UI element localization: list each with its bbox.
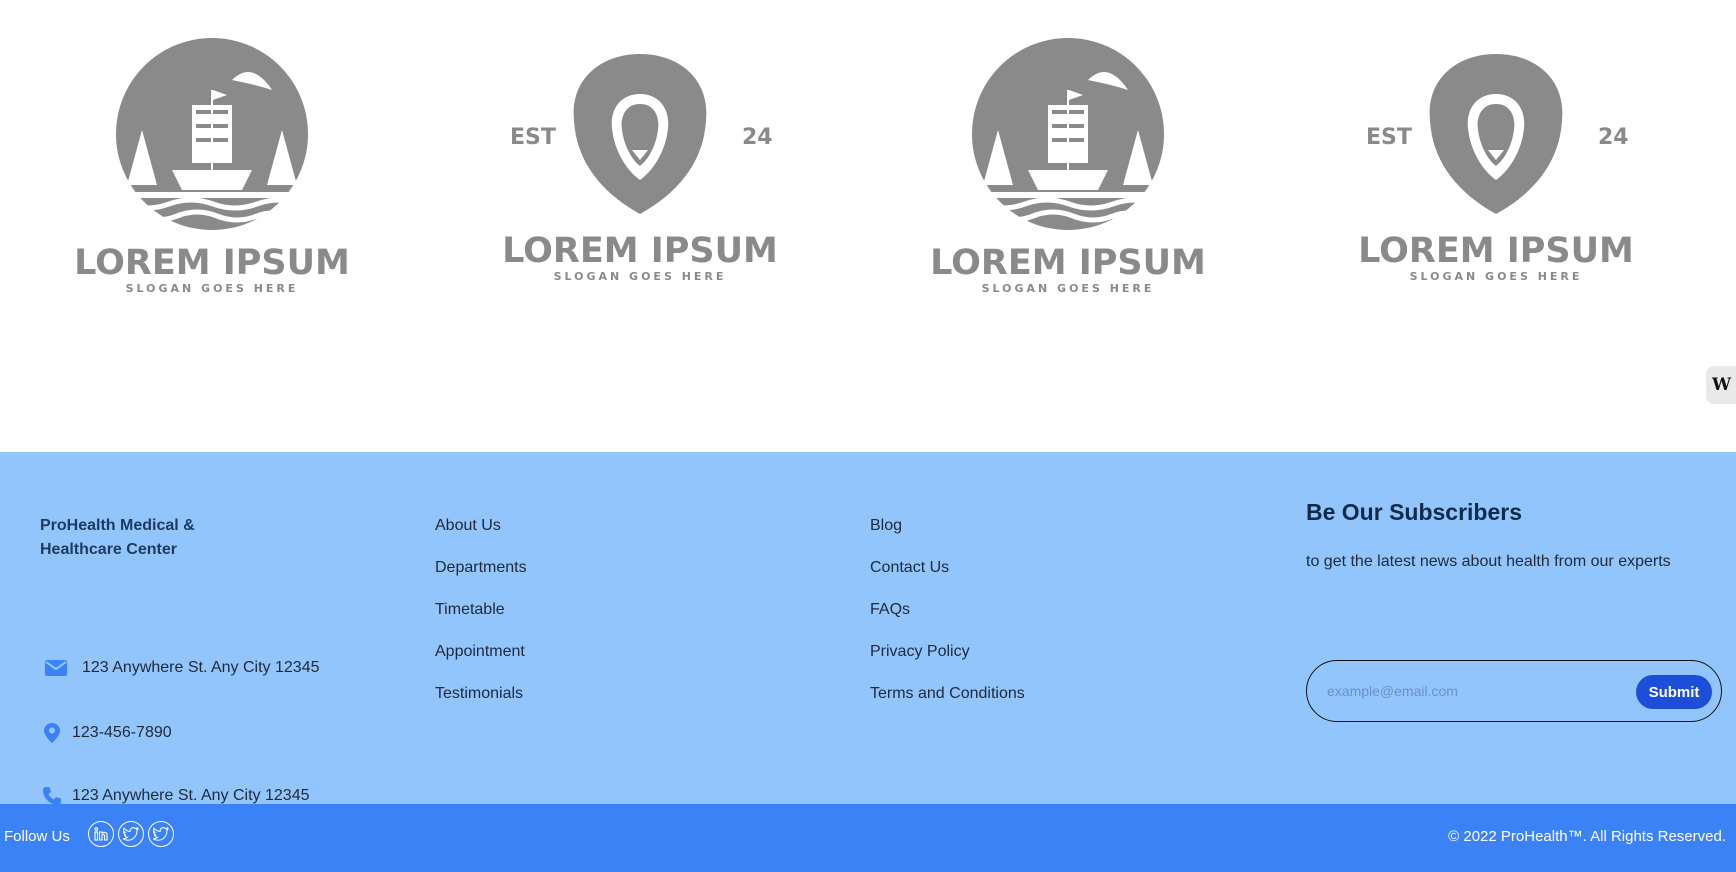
logo-name: LOREM IPSUM [74,243,350,283]
subscribe-email-input[interactable] [1327,679,1627,703]
subscribe-submit-button[interactable]: Submit [1636,675,1712,709]
footer-link-blog[interactable]: Blog [870,514,1025,556]
footer-link-faqs[interactable]: FAQs [870,598,1025,640]
logo-name: LOREM IPSUM [502,231,778,271]
logo-est: EST [510,125,556,150]
footer-links-column-2: Blog Contact Us FAQs Privacy Policy Term… [870,514,1025,724]
logo-est: EST [1366,125,1412,150]
partner-logos-strip: LOREM IPSUM SLOGAN GOES HERE EST 24 LORE… [0,0,1736,452]
subscribe-description: to get the latest news about health from… [1306,553,1671,570]
contact-email-text: 123 Anywhere St. Any City 12345 [82,659,320,676]
contact-email: 123 Anywhere St. Any City 12345 [40,656,319,680]
footer-link-about-us[interactable]: About Us [435,514,527,556]
contact-phone-text: 123-456-7890 [72,724,172,741]
footer-link-terms[interactable]: Terms and Conditions [870,682,1025,724]
ship-icon: LOREM IPSUM SLOGAN GOES HERE [930,38,1206,295]
lion-icon: EST 24 LOREM IPSUM SLOGAN GOES HERE [502,54,778,283]
footer-link-testimonials[interactable]: Testimonials [435,682,527,724]
map-pin-icon [40,721,64,745]
footer-link-contact-us[interactable]: Contact Us [870,556,1025,598]
mail-icon [44,656,68,680]
side-widget-tab[interactable]: W [1706,366,1736,404]
ship-icon: LOREM IPSUM SLOGAN GOES HERE [74,38,350,295]
brand-name: ProHealth Medical & Healthcare Center [40,517,195,558]
copyright-text: © 2022 ProHealth™. All Rights Reserved. [1448,828,1726,845]
contact-address-text: 123 Anywhere St. Any City 12345 [72,787,310,804]
linkedin-icon[interactable] [88,821,114,847]
footer-link-appointment[interactable]: Appointment [435,640,527,682]
social-links [88,821,174,847]
logo-year: 24 [742,125,773,150]
side-widget-label: W [1712,375,1732,395]
logo-year: 24 [1598,125,1629,150]
twitter-icon[interactable] [118,821,144,847]
footer-link-privacy-policy[interactable]: Privacy Policy [870,640,1025,682]
subscribe-title: Be Our Subscribers [1306,499,1523,525]
partner-logo-lion: EST 24 LOREM IPSUM SLOGAN GOES HERE [460,20,820,310]
logo-slogan: SLOGAN GOES HERE [554,270,727,283]
footer-link-departments[interactable]: Departments [435,556,527,598]
partner-logo-ship: LOREM IPSUM SLOGAN GOES HERE [888,20,1248,310]
site-footer: ProHealth Medical & Healthcare Center 12… [0,452,1736,805]
follow-us-label: Follow Us [4,828,70,845]
footer-brand-column: ProHealth Medical & Healthcare Center 12… [40,514,380,805]
subscribe-form: Submit [1306,660,1722,722]
logo-slogan: SLOGAN GOES HERE [126,282,299,295]
footer-link-timetable[interactable]: Timetable [435,598,527,640]
twitter-icon[interactable] [148,821,174,847]
partner-logo-lion: EST 24 LOREM IPSUM SLOGAN GOES HERE [1316,20,1676,310]
logo-slogan: SLOGAN GOES HERE [982,282,1155,295]
partner-logo-ship: LOREM IPSUM SLOGAN GOES HERE [32,20,392,310]
footer-links-column-1: About Us Departments Timetable Appointme… [435,514,527,724]
logo-slogan: SLOGAN GOES HERE [1410,270,1583,283]
logo-name: LOREM IPSUM [1358,231,1634,271]
lion-icon: EST 24 LOREM IPSUM SLOGAN GOES HERE [1358,54,1634,283]
contact-phone: 123-456-7890 [40,721,172,745]
subscribe-column: Be Our Subscribers to get the latest new… [1306,494,1726,722]
footer-bottom-bar: Follow Us © 2022 ProHealth™. All Rights … [0,804,1736,872]
logo-name: LOREM IPSUM [930,243,1206,283]
